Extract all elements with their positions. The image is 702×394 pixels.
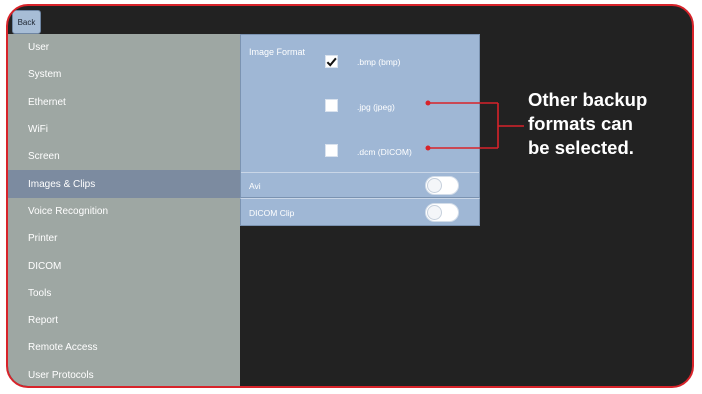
back-button[interactable]: Back — [12, 10, 41, 34]
callout-line-3: be selected. — [528, 137, 634, 158]
sidebar-item-voice-recognition[interactable]: Voice Recognition — [8, 198, 240, 225]
image-format-label: Image Format — [249, 47, 306, 57]
checkmark-icon — [326, 57, 337, 67]
sidebar-item-printer[interactable]: Printer — [8, 225, 240, 252]
dcm-format-label: .dcm (DICOM) — [357, 147, 412, 157]
toggle-knob — [427, 205, 442, 220]
bmp-checkbox[interactable] — [325, 55, 338, 68]
avi-label: Avi — [249, 181, 261, 191]
callout-text: Other backup formats can be selected. — [528, 88, 647, 160]
dcm-checkbox[interactable] — [325, 144, 338, 157]
settings-sidebar: User System Ethernet WiFi Screen Images … — [8, 34, 240, 386]
sidebar-item-report[interactable]: Report — [8, 307, 240, 334]
device-screen-frame: Back User System Ethernet WiFi Screen Im… — [6, 4, 694, 388]
sidebar-item-wifi[interactable]: WiFi — [8, 116, 240, 143]
sidebar-item-screen[interactable]: Screen — [8, 143, 240, 170]
sidebar-item-user-protocols[interactable]: User Protocols — [8, 362, 240, 386]
dicom-clip-toggle[interactable] — [425, 203, 459, 222]
sidebar-item-user[interactable]: User — [8, 34, 240, 61]
avi-toggle[interactable] — [425, 176, 459, 195]
avi-row: Avi — [241, 172, 479, 198]
jpg-format-label: .jpg (jpeg) — [357, 102, 395, 112]
bmp-format-label: .bmp (bmp) — [357, 57, 401, 67]
sidebar-item-ethernet[interactable]: Ethernet — [8, 89, 240, 116]
dicom-clip-label: DICOM Clip — [249, 208, 295, 218]
sidebar-item-remote-access[interactable]: Remote Access — [8, 334, 240, 361]
dicom-clip-row: DICOM Clip — [240, 198, 480, 226]
toggle-knob — [427, 178, 442, 193]
jpg-checkbox[interactable] — [325, 99, 338, 112]
sidebar-item-system[interactable]: System — [8, 61, 240, 88]
sidebar-item-dicom[interactable]: DICOM — [8, 252, 240, 279]
sidebar-item-images-clips[interactable]: Images & Clips — [8, 170, 240, 198]
callout-line-1: Other backup — [528, 89, 648, 110]
images-clips-panel: Image Format .bmp (bmp) .jpg (jpeg) .dcm… — [240, 34, 480, 198]
callout-line-2: formats can — [528, 113, 633, 134]
sidebar-item-tools[interactable]: Tools — [8, 280, 240, 307]
